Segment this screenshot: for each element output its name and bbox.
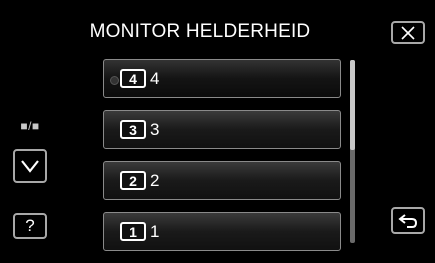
option-label: 3 xyxy=(150,119,160,139)
brightness-list: 4 4 3 3 2 2 1 1 xyxy=(103,59,341,263)
display-toggle[interactable]: ■/■ xyxy=(13,119,47,133)
close-button[interactable] xyxy=(391,21,425,44)
brightness-option-1[interactable]: 1 1 xyxy=(103,212,341,251)
option-label: 4 xyxy=(150,68,160,88)
option-badge: 2 xyxy=(120,171,146,190)
brightness-option-3[interactable]: 3 3 xyxy=(103,110,341,149)
back-arrow-icon xyxy=(398,213,418,228)
option-badge: 4 xyxy=(120,69,146,88)
back-button[interactable] xyxy=(391,207,425,234)
page-title: MONITOR HELDERHEID xyxy=(89,21,311,42)
chevron-down-icon xyxy=(21,160,39,173)
scrollbar-thumb[interactable] xyxy=(350,60,355,150)
selected-indicator xyxy=(110,76,119,85)
option-label: 1 xyxy=(150,221,160,241)
option-badge: 1 xyxy=(120,222,146,241)
brightness-option-2[interactable]: 2 2 xyxy=(103,161,341,200)
close-icon xyxy=(401,25,415,40)
option-label: 2 xyxy=(150,170,160,190)
help-button[interactable]: ? xyxy=(13,213,47,239)
brightness-option-4[interactable]: 4 4 xyxy=(103,59,341,98)
scroll-down-button[interactable] xyxy=(13,149,47,183)
scrollbar[interactable] xyxy=(350,60,355,243)
option-badge: 3 xyxy=(120,120,146,139)
